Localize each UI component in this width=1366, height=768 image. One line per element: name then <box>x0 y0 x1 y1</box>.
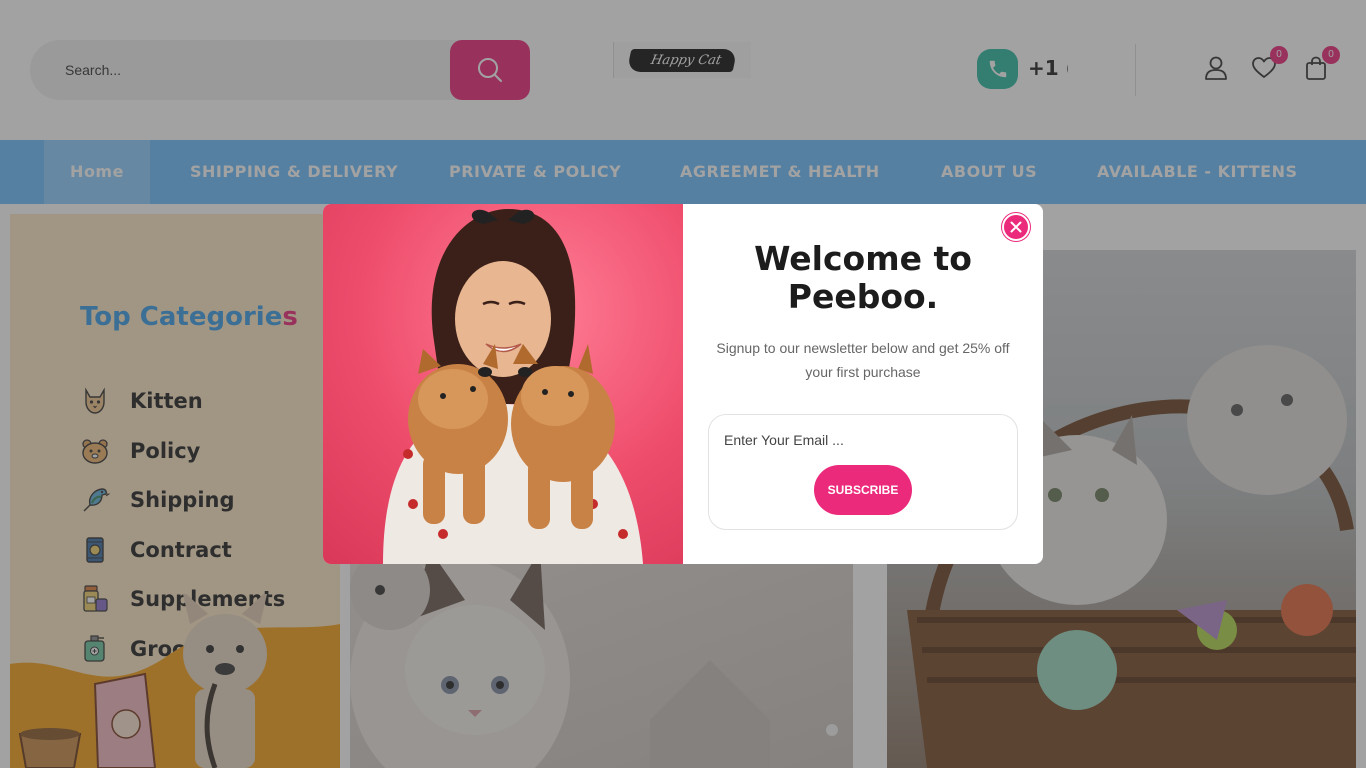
newsletter-popup: Welcome to Peeboo. Signup to our newslet… <box>323 204 1043 564</box>
woman-with-puppies-illustration <box>383 209 643 564</box>
newsletter-form: SUBSCRIBE <box>708 414 1018 530</box>
popup-title: Welcome to Peeboo. <box>683 240 1043 316</box>
subscribe-button[interactable]: SUBSCRIBE <box>814 465 912 515</box>
popup-photo <box>323 204 683 564</box>
close-icon <box>1010 221 1022 233</box>
popup-title-line-2: Peeboo. <box>787 277 939 316</box>
popup-description: Signup to our newsletter below and get 2… <box>716 340 1010 380</box>
popup-content: Welcome to Peeboo. Signup to our newslet… <box>683 204 1043 564</box>
close-popup-button[interactable] <box>1002 213 1030 241</box>
email-field[interactable] <box>709 423 1009 457</box>
popup-title-line-1: Welcome to <box>754 239 972 278</box>
